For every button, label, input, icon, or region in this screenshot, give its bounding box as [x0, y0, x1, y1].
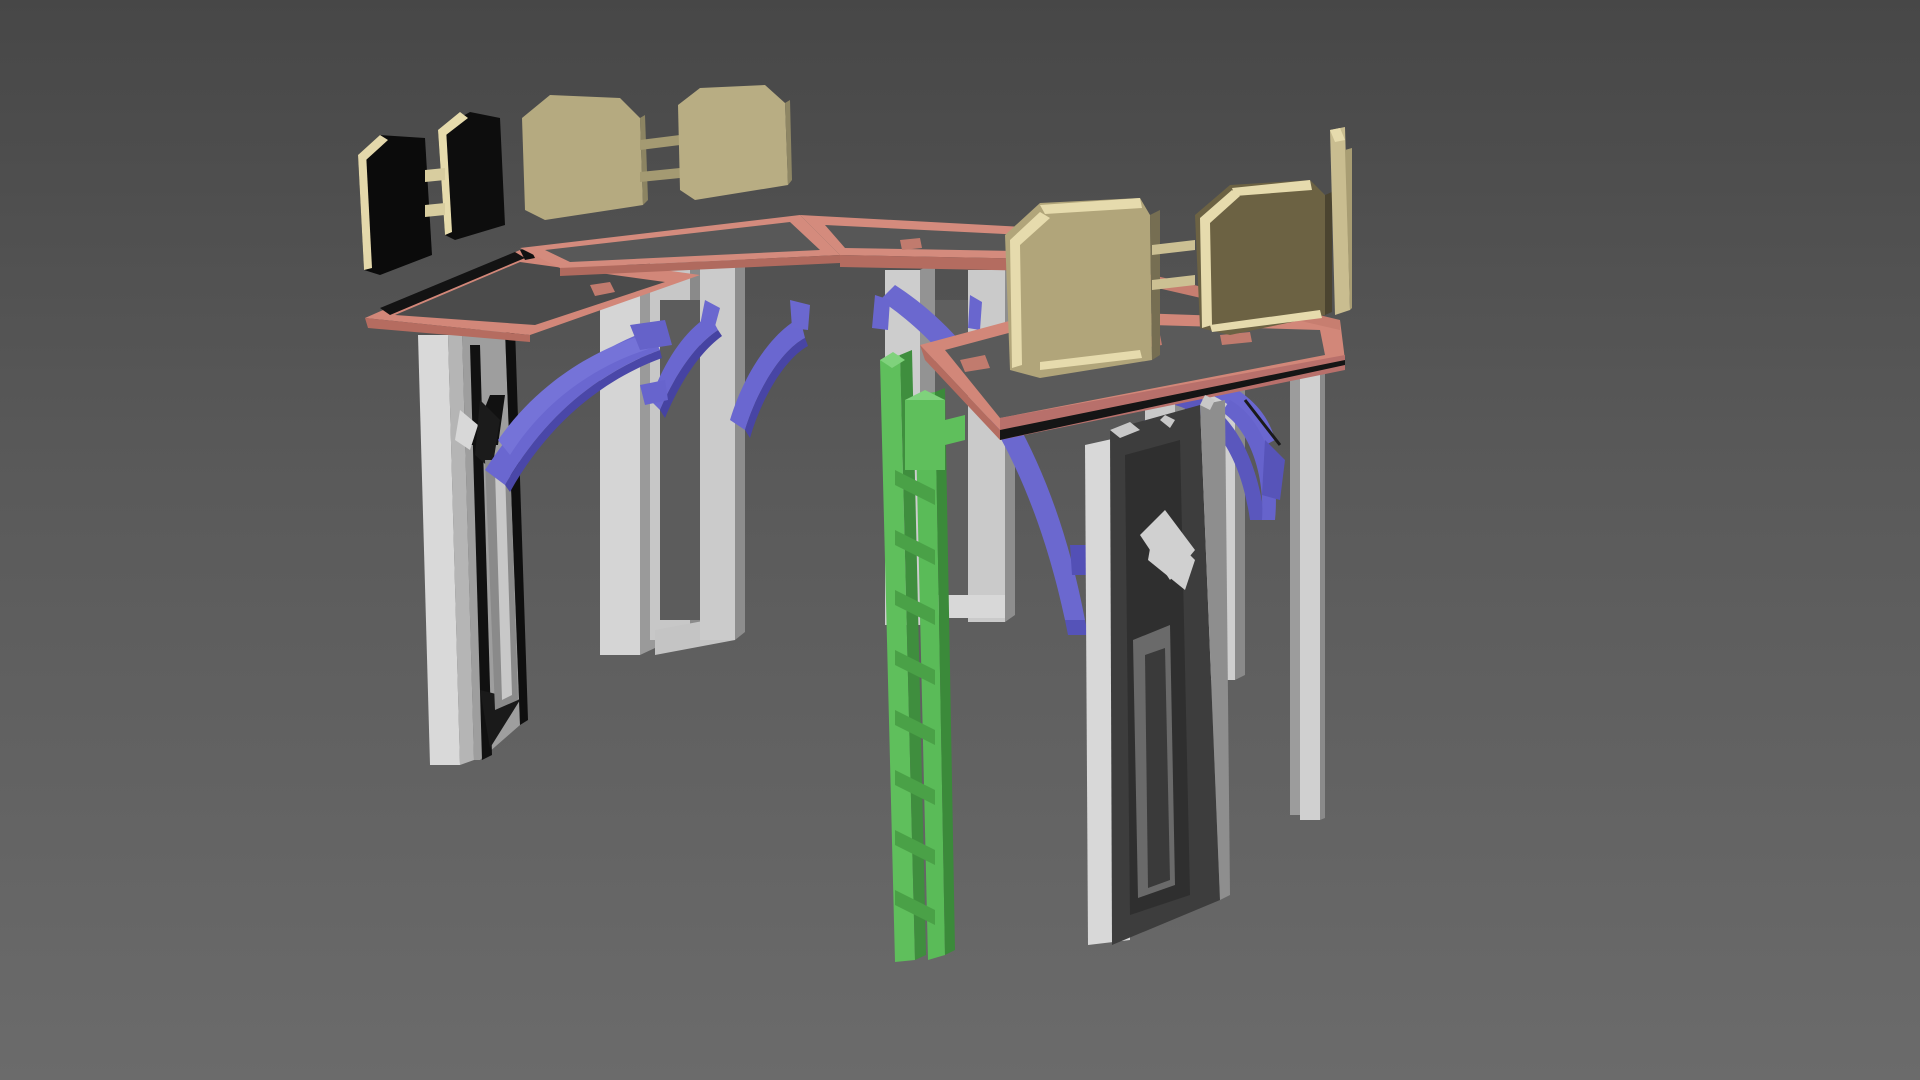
panel-pair-beige-back: [522, 85, 792, 220]
right-tall-post: [1290, 372, 1325, 820]
model-render: [358, 85, 1352, 962]
back-post-left: [600, 246, 745, 655]
panel-pair-black: [358, 112, 505, 275]
panel-vertical-right: [1330, 127, 1352, 315]
front-dark-post: [1085, 395, 1230, 945]
left-front-post: [418, 328, 528, 765]
ladder: [880, 350, 965, 962]
3d-viewport[interactable]: [0, 0, 1920, 1080]
